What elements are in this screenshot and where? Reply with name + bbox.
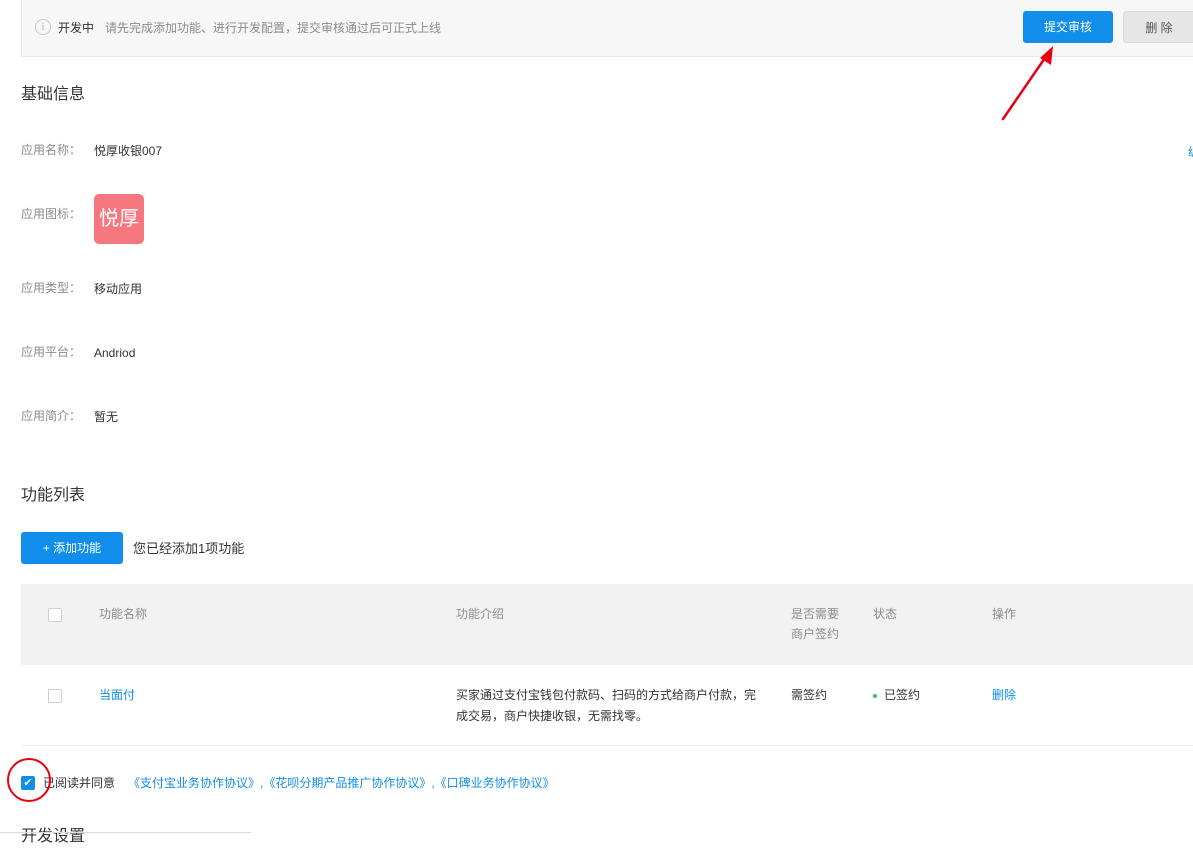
dev-settings-title: 开发设置	[21, 828, 86, 845]
feature-table-header: 功能名称 功能介绍 是否需要商户签约 状态 操作	[21, 584, 1193, 665]
row-divider	[21, 745, 1193, 746]
annotation-arrow	[1001, 46, 1053, 121]
edit-link[interactable]: 编	[1188, 144, 1193, 160]
bottom-divider	[0, 832, 251, 833]
agreement-label: 已阅读并同意	[43, 776, 116, 790]
app-name-value: 悦厚收银007	[94, 144, 163, 158]
app-platform-label: 应用平台：	[21, 345, 82, 359]
status-dot-icon	[873, 693, 877, 698]
app-icon-label: 应用图标：	[21, 207, 82, 221]
row-checkbox[interactable]	[48, 689, 62, 703]
sign-required-value: 需签约	[791, 688, 828, 702]
info-icon: i	[35, 19, 51, 35]
col-header-name: 功能名称	[99, 607, 148, 621]
feature-name-link[interactable]: 当面付	[99, 685, 135, 706]
agreement-links[interactable]: 《支付宝业务协作协议》,《花呗分期产品推广协作协议》,《口碑业务协作协议》	[128, 774, 555, 792]
add-feature-button[interactable]: + 添加功能	[21, 532, 123, 564]
delete-feature-link[interactable]: 删除	[992, 685, 1016, 706]
annotation-circle	[7, 758, 51, 802]
feature-list-title: 功能列表	[21, 487, 86, 504]
dev-status-message: 请先完成添加功能、进行开发配置，提交审核通过后可正式上线	[105, 21, 442, 35]
app-name-label: 应用名称：	[21, 143, 82, 157]
feature-count-text: 您已经添加1项功能	[133, 541, 245, 556]
col-header-description: 功能介绍	[456, 607, 505, 621]
status-badge: 已签约	[873, 685, 920, 706]
basic-info-title: 基础信息	[21, 86, 86, 103]
col-header-sign-required: 是否需要商户签约	[791, 607, 840, 641]
feature-description: 买家通过支付宝钱包付款码、扫码的方式给商户付款，完成交易，商户快捷收银，无需找零…	[456, 688, 757, 723]
status-text: 已签约	[884, 688, 921, 702]
select-all-checkbox[interactable]	[48, 608, 62, 622]
col-header-action: 操作	[992, 607, 1017, 621]
app-intro-label: 应用简介：	[21, 409, 82, 423]
app-intro-value: 暂无	[94, 410, 119, 424]
col-header-status: 状态	[873, 607, 898, 621]
app-type-label: 应用类型：	[21, 281, 82, 295]
dev-status-label: 开发中	[58, 21, 95, 35]
app-logo: 悦厚	[94, 194, 144, 244]
app-platform-value: Andriod	[94, 346, 136, 360]
app-type-value: 移动应用	[94, 282, 143, 296]
delete-app-button[interactable]: 删 除	[1123, 11, 1193, 43]
